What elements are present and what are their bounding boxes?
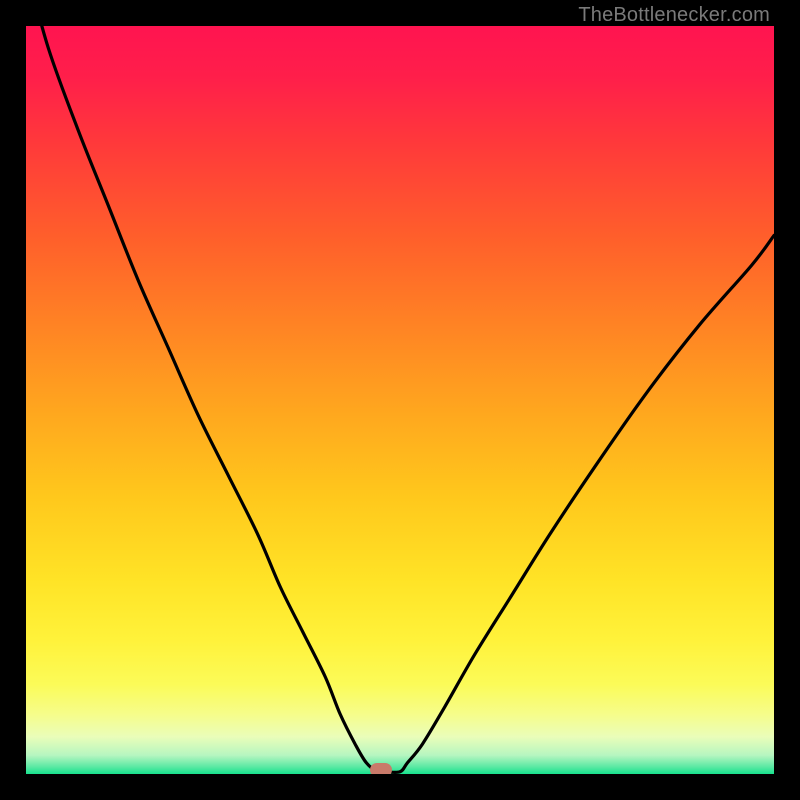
bottleneck-curve	[26, 26, 774, 774]
minimum-marker	[370, 763, 392, 775]
plot-area	[26, 26, 774, 774]
chart-frame: TheBottlenecker.com	[0, 0, 800, 800]
watermark-text: TheBottlenecker.com	[578, 4, 770, 27]
